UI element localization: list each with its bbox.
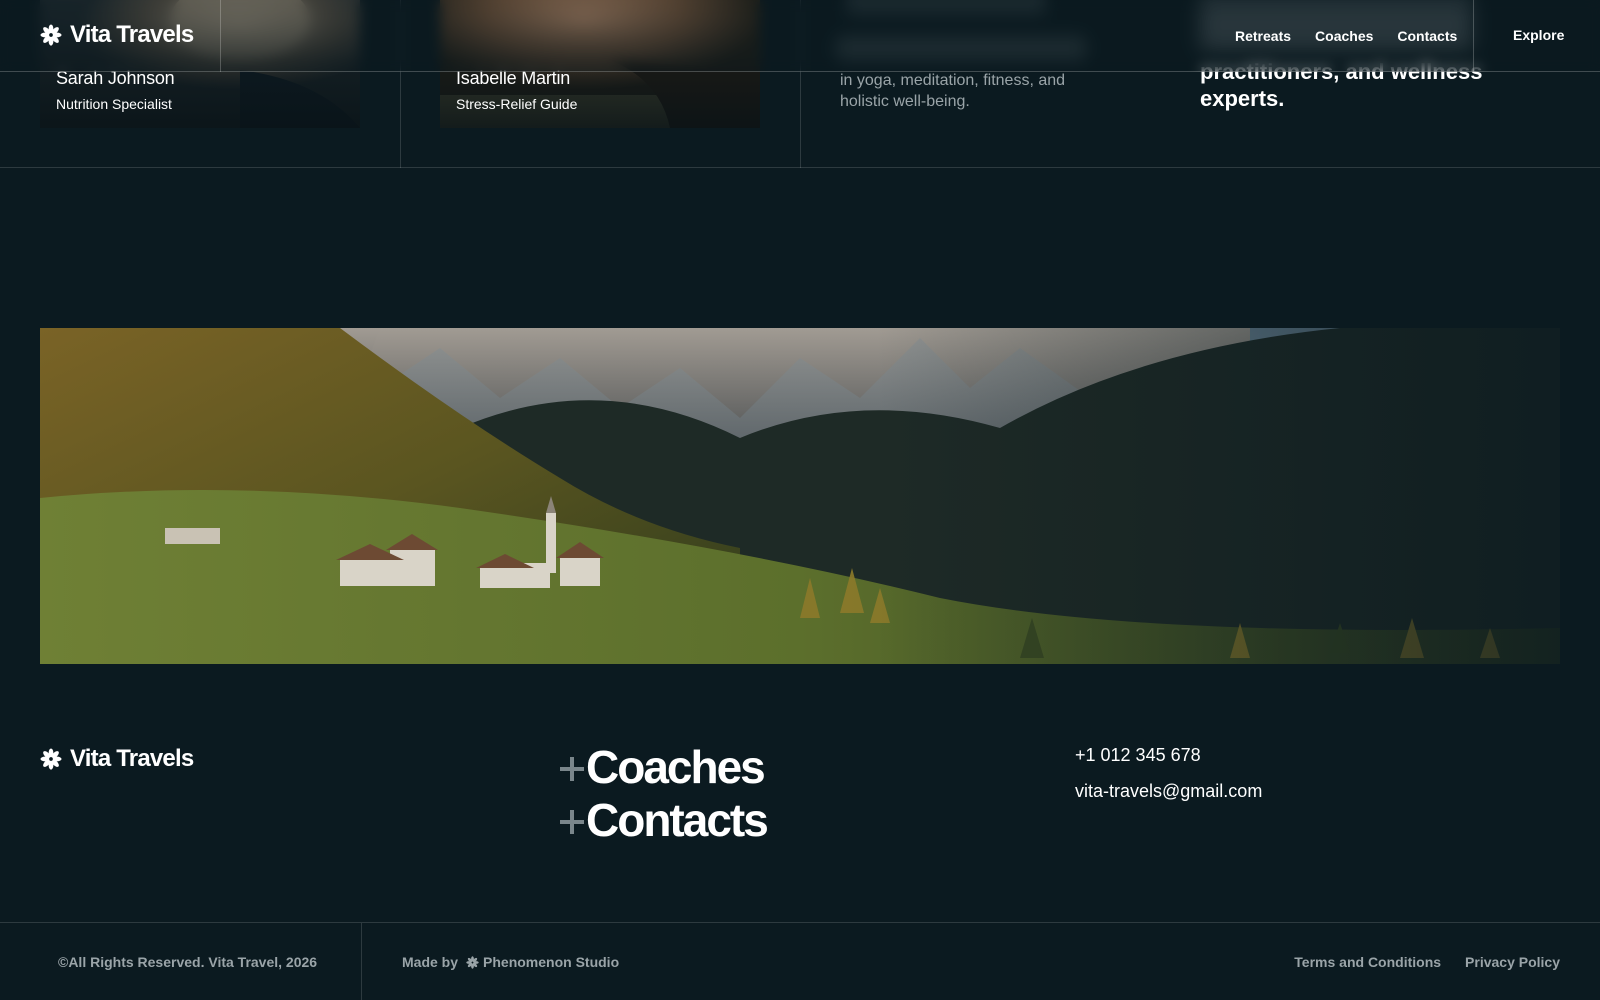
made-by-label: Made by — [402, 954, 459, 970]
coach-role: Stress-Relief Guide — [456, 96, 578, 112]
flower-logo-icon — [40, 748, 62, 770]
header-divider — [1473, 0, 1474, 72]
contact-phone-link[interactable]: +1 012 345 678 — [1075, 745, 1201, 766]
terms-link[interactable]: Terms and Conditions — [1294, 954, 1441, 970]
bottom-bar: ©All Rights Reserved. Vita Travel, 2026 … — [0, 922, 1600, 1000]
header-logo[interactable]: Vita Travels — [40, 21, 194, 49]
logo-text: Vita Travels — [70, 745, 194, 772]
bottom-divider — [361, 923, 362, 1000]
logo-text: Vita Travels — [70, 21, 194, 48]
footer-link-label: Coaches — [586, 740, 766, 793]
made-by: Made by Phenomenon Studio — [402, 954, 619, 970]
flower-icon — [466, 955, 479, 969]
plus-icon — [560, 809, 584, 834]
explore-button[interactable]: Explore — [1513, 27, 1564, 43]
footer-link-coaches[interactable]: Coaches — [560, 740, 767, 793]
nav-link-coaches[interactable]: Coaches — [1315, 28, 1373, 44]
legal-links: Terms and Conditions Privacy Policy — [1294, 954, 1560, 970]
footer-nav: Coaches Contacts — [560, 740, 769, 846]
flower-logo-icon — [40, 24, 62, 46]
contact-email-link[interactable]: vita-travels@gmail.com — [1075, 781, 1262, 802]
intro-text: in yoga, meditation, fitness, and holist… — [840, 72, 1066, 110]
landscape-image — [40, 328, 1560, 664]
copyright-text: ©All Rights Reserved. Vita Travel, 2026 — [58, 954, 318, 970]
footer-link-label: Contacts — [586, 793, 769, 846]
studio-link[interactable]: Phenomenon Studio — [466, 954, 619, 970]
coach-role: Nutrition Specialist — [56, 96, 172, 112]
nav-link-retreats[interactable]: Retreats — [1235, 28, 1291, 44]
nav-link-contacts[interactable]: Contacts — [1397, 28, 1457, 44]
footer-link-contacts[interactable]: Contacts — [560, 793, 769, 846]
plus-icon — [560, 756, 584, 781]
privacy-link[interactable]: Privacy Policy — [1465, 954, 1560, 970]
header-divider — [220, 0, 221, 72]
studio-name: Phenomenon Studio — [483, 954, 620, 970]
main-nav: Retreats Coaches Contacts — [1235, 28, 1457, 44]
site-header: Vita Travels Retreats Coaches Contacts E… — [0, 0, 1600, 72]
mountain-village-illustration — [40, 328, 1560, 664]
footer-logo[interactable]: Vita Travels — [40, 745, 194, 773]
